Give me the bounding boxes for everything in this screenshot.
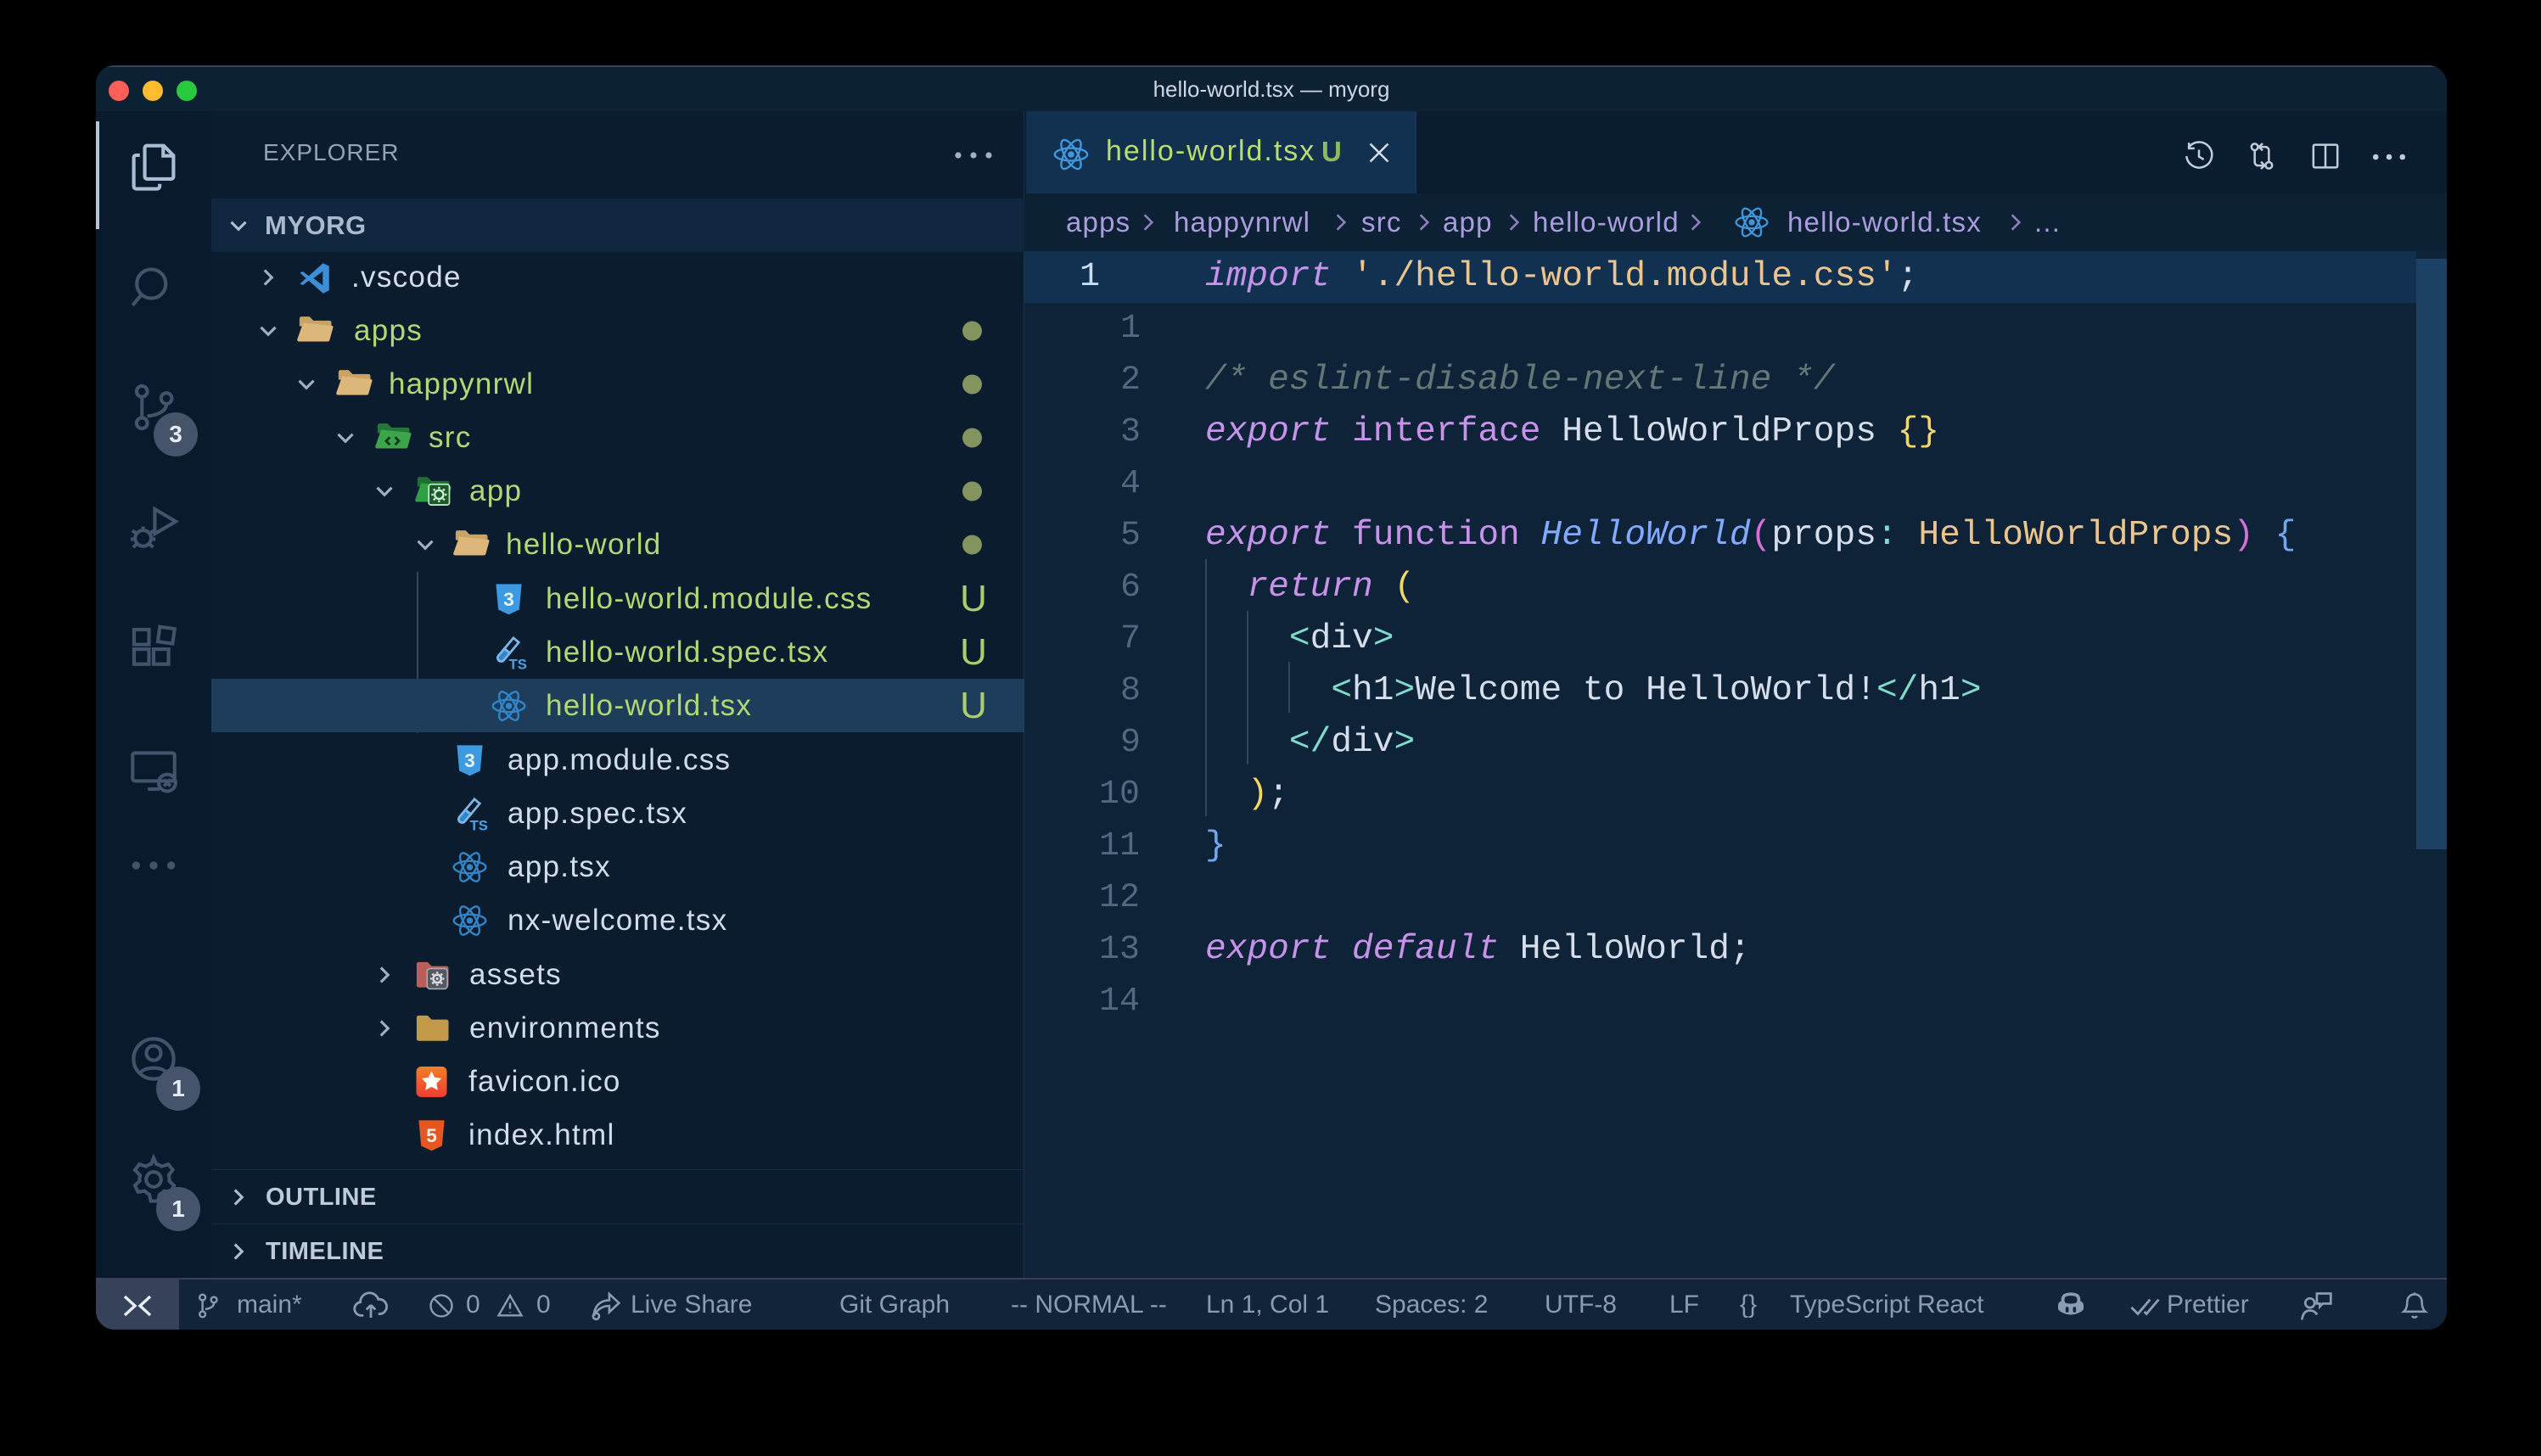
svg-text:3: 3: [503, 589, 514, 610]
svg-text:3: 3: [464, 750, 475, 771]
svg-text:TS: TS: [470, 817, 488, 833]
svg-text:TS: TS: [509, 656, 527, 672]
svg-text:5: 5: [426, 1125, 437, 1146]
